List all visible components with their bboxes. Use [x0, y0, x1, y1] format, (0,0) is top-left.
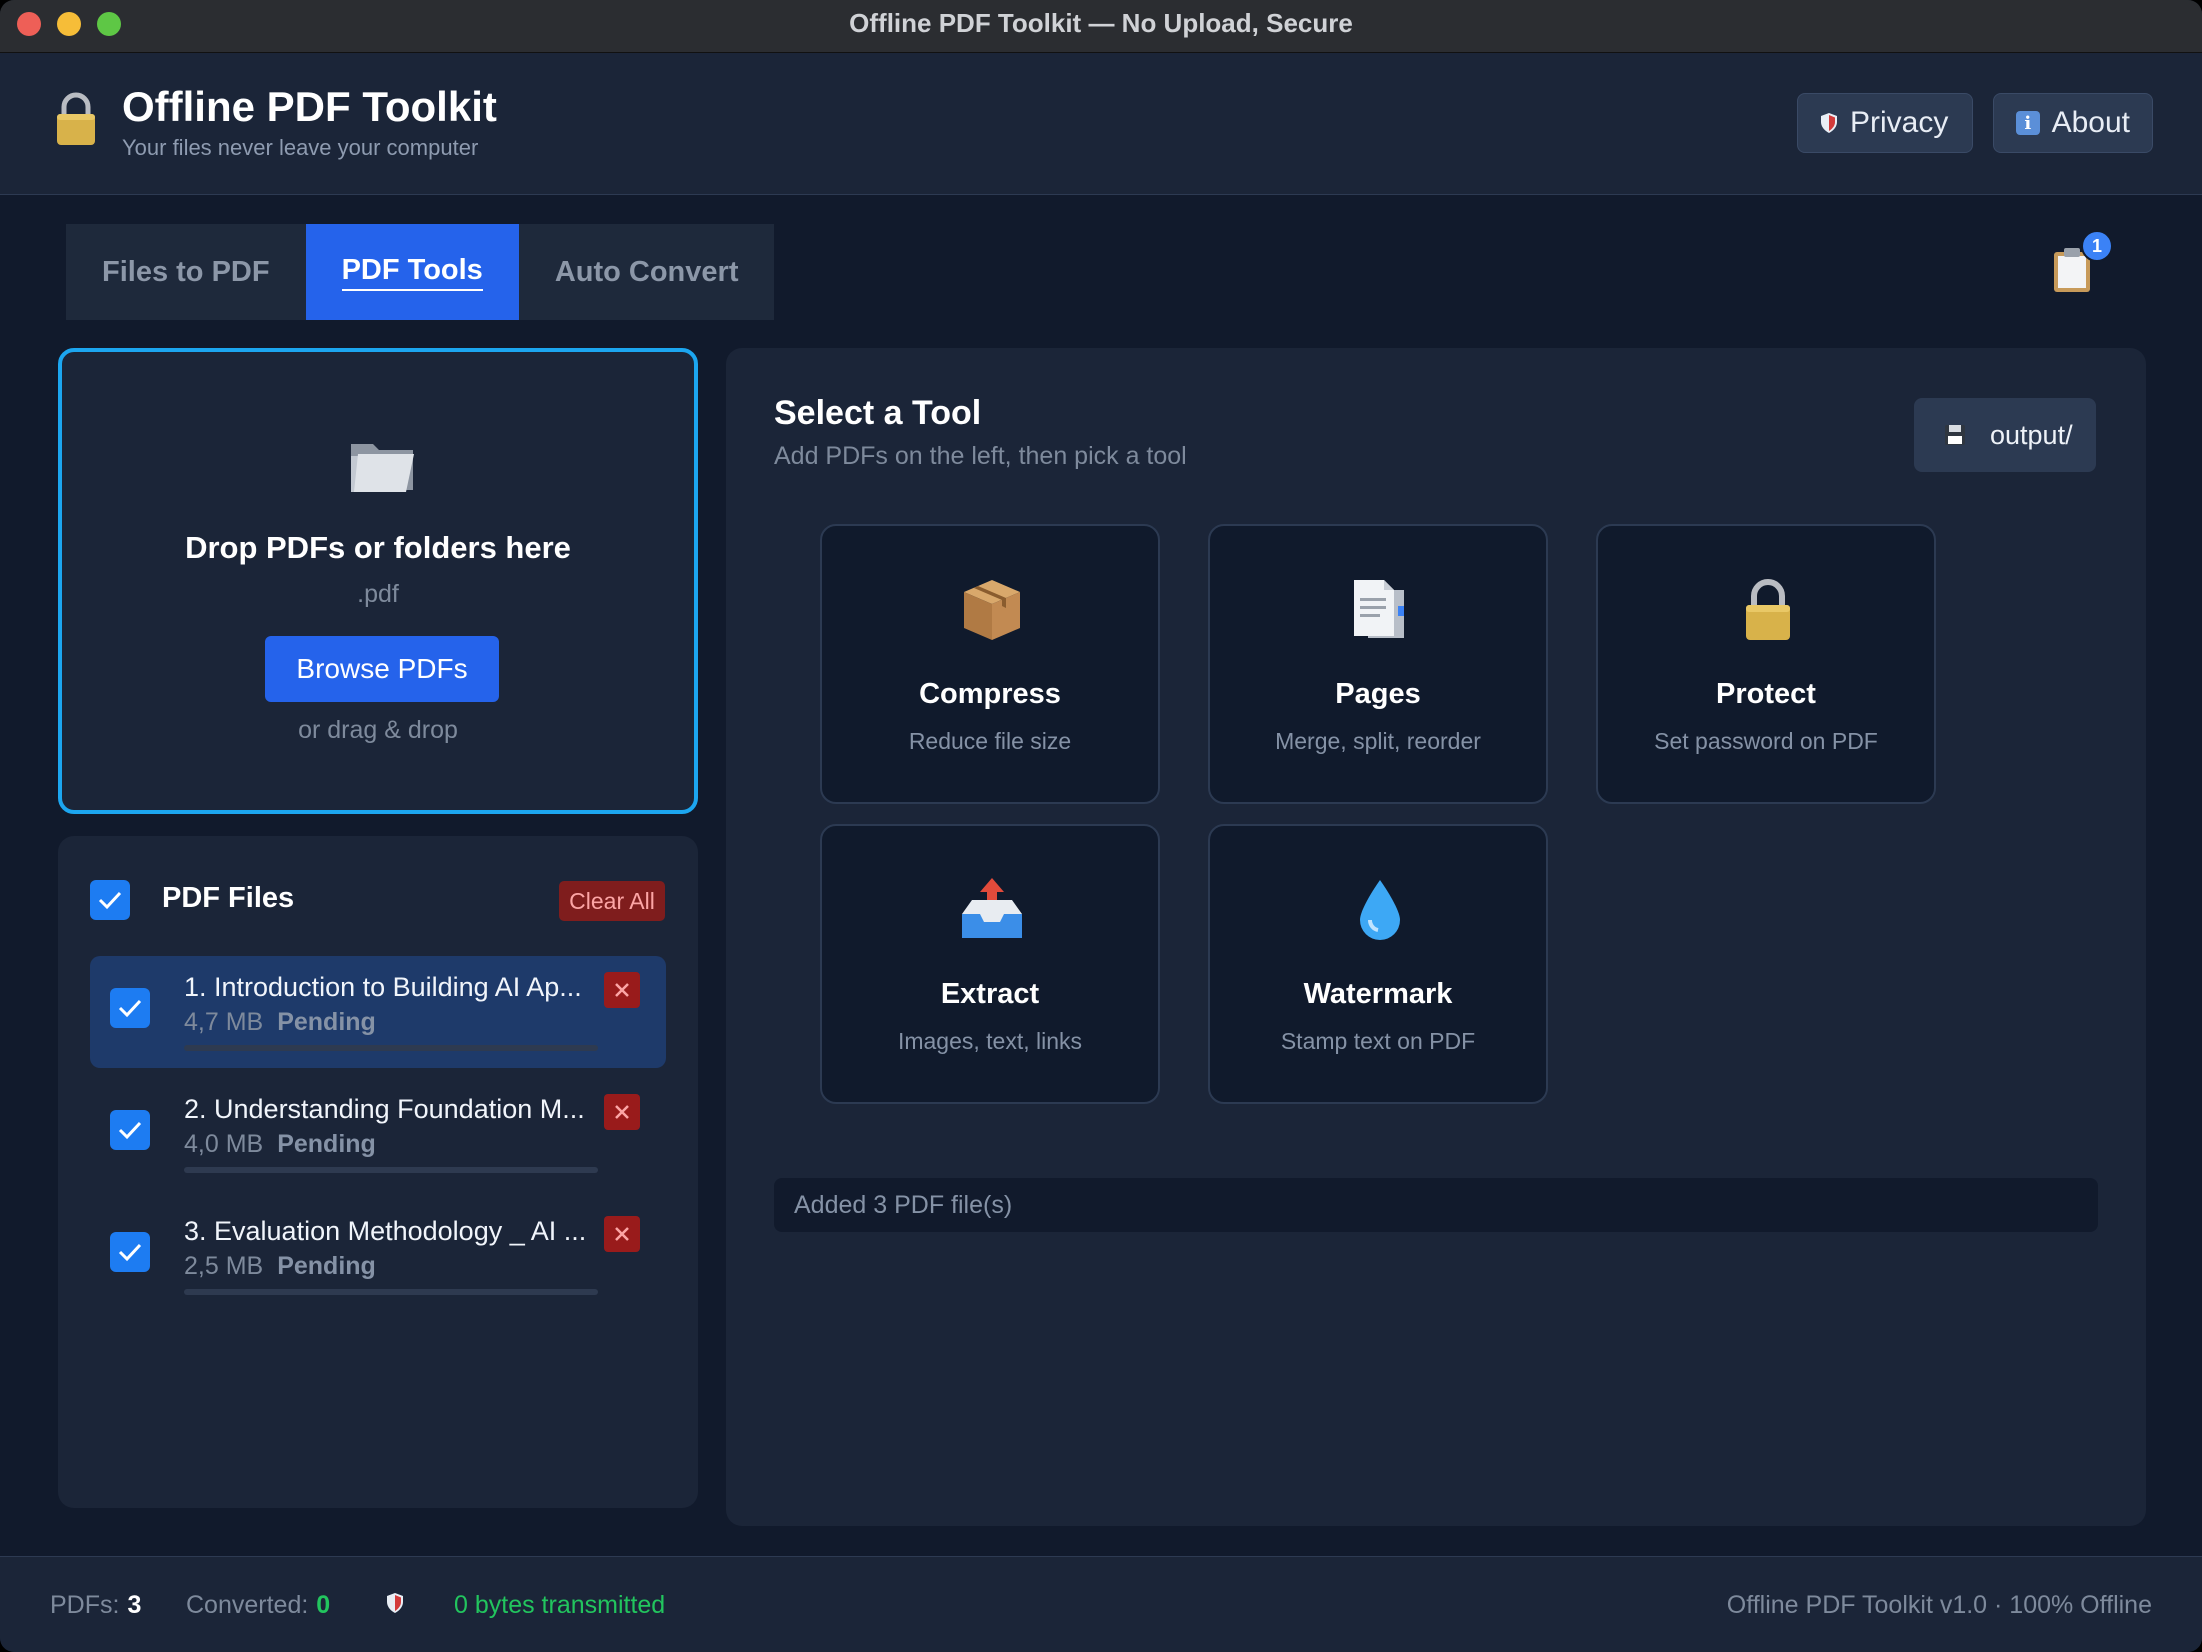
clear-all-button[interactable]: Clear All [559, 881, 665, 921]
pdf-count-label: PDFs: [50, 1591, 120, 1619]
tool-description: Images, text, links [897, 1028, 1083, 1054]
about-button[interactable]: i About [1993, 93, 2153, 153]
file-meta: 4,0 MB Pending [184, 1130, 376, 1159]
tool-name: Watermark [1303, 978, 1453, 1010]
output-folder-button[interactable]: output/ [1914, 398, 2096, 472]
tool-name: Compress [919, 678, 1061, 710]
outbox-tray-icon [962, 878, 1022, 938]
floppy-disk-icon [1945, 425, 1965, 445]
privacy-button[interactable]: Privacy [1797, 93, 1973, 153]
tools-panel: Select a Tool Add PDFs on the left, then… [726, 348, 2146, 1526]
file-row[interactable]: 3. Evaluation Methodology _ AI ... 2,5 M… [90, 1200, 666, 1312]
tool-card-extract[interactable]: Extract Images, text, links [820, 824, 1160, 1104]
file-status: Pending [277, 1008, 376, 1036]
accepted-extension: .pdf [357, 580, 399, 608]
checkmark-icon [118, 1243, 142, 1262]
tool-card-protect[interactable]: Protect Set password on PDF [1596, 524, 1936, 804]
tool-card-pages[interactable]: Pages Merge, split, reorder [1208, 524, 1548, 804]
tool-description: Merge, split, reorder [1275, 728, 1481, 754]
tool-name: Extract [940, 978, 1040, 1010]
file-size: 4,7 MB [184, 1008, 264, 1036]
file-progress-bar [184, 1289, 598, 1295]
tool-name: Protect [1716, 678, 1816, 710]
tools-title: Select a Tool [774, 394, 982, 432]
file-name: 1. Introduction to Building AI Ap... [184, 972, 582, 1002]
pdf-count-value: 3 [127, 1591, 142, 1619]
file-size: 4,0 MB [184, 1130, 264, 1158]
activity-log: Added 3 PDF file(s) [774, 1178, 2098, 1232]
drop-title: Drop PDFs or folders here [185, 530, 571, 565]
file-size: 2,5 MB [184, 1252, 264, 1280]
file-name: 2. Understanding Foundation M... [184, 1094, 585, 1124]
lock-icon [57, 92, 95, 145]
about-label: About [2051, 106, 2130, 139]
package-icon [964, 580, 1020, 640]
mode-tabs: Files to PDF PDF Tools Auto Convert [66, 224, 775, 320]
tab-pdf-tools[interactable]: PDF Tools [305, 224, 519, 320]
tab-label: Auto Convert [554, 255, 739, 288]
checkmark-icon [118, 1121, 142, 1140]
status-bar: PDFs: 3 Converted: 0 0 bytes transmitted O… [0, 1556, 2202, 1652]
file-progress-bar [184, 1045, 598, 1051]
checkmark-icon [98, 891, 122, 910]
select-all-checkbox[interactable] [90, 880, 130, 920]
tool-card-compress[interactable]: Compress Reduce file size [820, 524, 1160, 804]
converted-count: Converted: 0 [186, 1591, 330, 1620]
drop-hint: or drag & drop [298, 716, 458, 744]
file-row[interactable]: 1. Introduction to Building AI Ap... 4,7… [90, 956, 666, 1068]
file-meta: 4,7 MB Pending [184, 1008, 376, 1037]
file-checkbox[interactable] [110, 988, 150, 1028]
output-folder-label: output/ [1990, 419, 2073, 450]
title-bar: Offline PDF Toolkit — No Upload, Secure [0, 0, 2202, 53]
lock-icon [1746, 579, 1790, 640]
pages-icon [1354, 580, 1404, 638]
folder-icon [351, 444, 414, 492]
checkmark-icon [118, 999, 142, 1018]
close-icon [615, 1227, 629, 1241]
tool-name: Pages [1335, 678, 1421, 710]
file-row[interactable]: 2. Understanding Foundation M... 4,0 MB P… [90, 1078, 666, 1190]
notification-badge: 1 [2081, 230, 2113, 262]
window-title: Offline PDF Toolkit — No Upload, Secure [849, 8, 1353, 38]
file-status: Pending [277, 1130, 376, 1158]
tool-description: Set password on PDF [1654, 728, 1878, 754]
app-title: Offline PDF Toolkit [122, 83, 497, 130]
pdf-count: PDFs: 3 [50, 1591, 141, 1620]
tab-files-to-pdf[interactable]: Files to PDF [66, 224, 306, 320]
file-checkbox[interactable] [110, 1232, 150, 1272]
app-header: Offline PDF Toolkit Your files never lea… [0, 53, 2202, 195]
tool-description: Reduce file size [908, 728, 1072, 754]
remove-file-button[interactable] [604, 1216, 640, 1252]
converted-count-label: Converted: [186, 1591, 309, 1619]
tab-label: PDF Tools [341, 254, 483, 291]
tab-auto-convert[interactable]: Auto Convert [519, 224, 775, 320]
info-icon: i [2016, 111, 2040, 135]
browse-pdfs-button[interactable]: Browse PDFs [265, 636, 499, 702]
file-progress-bar [184, 1167, 598, 1173]
close-icon [615, 1105, 629, 1119]
file-status: Pending [277, 1252, 376, 1280]
droplet-icon [1360, 880, 1400, 940]
shield-icon [387, 1593, 403, 1613]
pdf-files-panel: PDF Files Clear All 1. Introduction to B… [58, 836, 698, 1508]
file-meta: 2,5 MB Pending [184, 1252, 376, 1281]
tool-description: Stamp text on PDF [1280, 1028, 1476, 1054]
converted-count-value: 0 [316, 1591, 331, 1619]
tab-label: Files to PDF [102, 255, 270, 288]
close-icon [615, 983, 629, 997]
app-subtitle: Your files never leave your computer [122, 135, 479, 160]
bytes-transmitted: 0 bytes transmitted [454, 1591, 666, 1619]
app-version: Offline PDF Toolkit v1.0 · 100% Offline [1726, 1591, 2152, 1619]
shield-icon [1821, 113, 1837, 133]
files-title: PDF Files [162, 882, 295, 914]
remove-file-button[interactable] [604, 1094, 640, 1130]
app-window: Offline PDF Toolkit — No Upload, Secure … [0, 0, 2202, 1652]
tool-card-watermark[interactable]: Watermark Stamp text on PDF [1208, 824, 1548, 1104]
file-checkbox[interactable] [110, 1110, 150, 1150]
privacy-label: Privacy [1850, 106, 1949, 139]
tools-subtitle: Add PDFs on the left, then pick a tool [774, 442, 1187, 470]
file-name: 3. Evaluation Methodology _ AI ... [184, 1216, 587, 1246]
pdf-drop-zone[interactable]: Drop PDFs or folders here .pdf Browse PD… [58, 348, 698, 814]
remove-file-button[interactable] [604, 972, 640, 1008]
